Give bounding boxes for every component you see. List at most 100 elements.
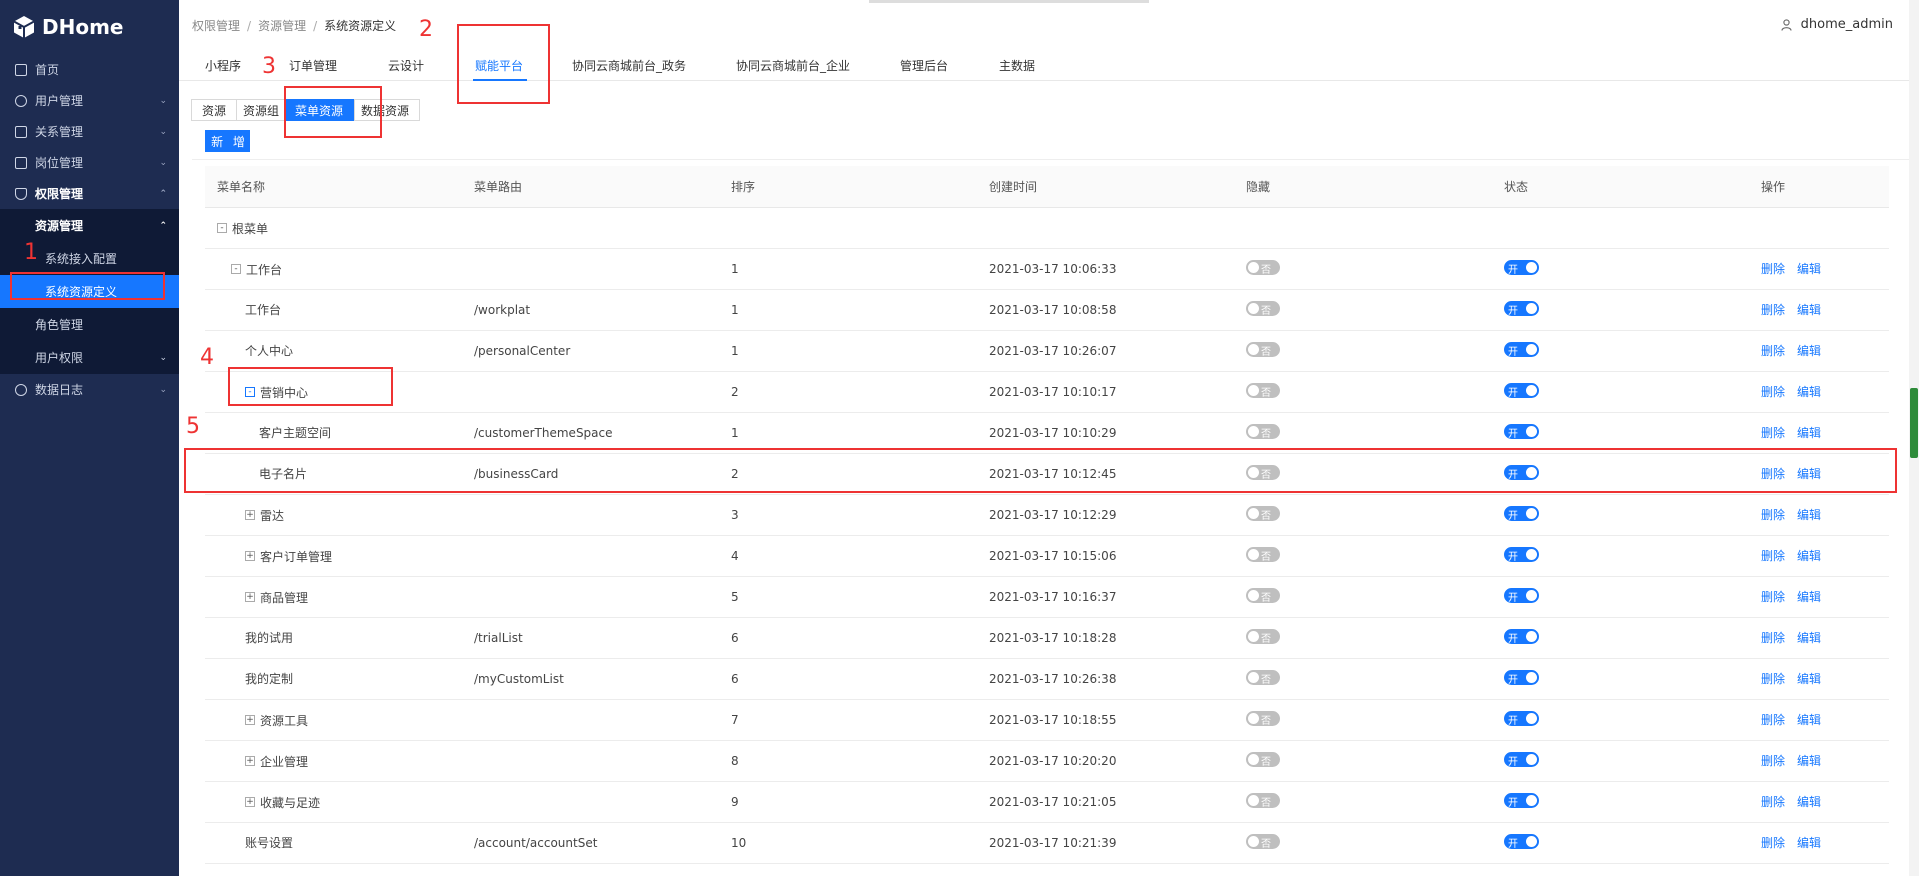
sidebar-item-system-resource[interactable]: 系统资源定义 <box>0 275 179 308</box>
tab-cloud-design[interactable]: 云设计 <box>388 57 424 74</box>
edit-link[interactable]: 编辑 <box>1797 426 1821 440</box>
delete-link[interactable]: 删除 <box>1761 467 1785 481</box>
delete-link[interactable]: 删除 <box>1761 631 1785 645</box>
delete-link[interactable]: 删除 <box>1761 262 1785 276</box>
delete-link[interactable]: 删除 <box>1761 836 1785 850</box>
hidden-toggle[interactable]: 否 <box>1246 792 1280 809</box>
tab-admin-backend[interactable]: 管理后台 <box>900 57 948 74</box>
edit-link[interactable]: 编辑 <box>1797 344 1821 358</box>
scrollbar-thumb[interactable] <box>1910 388 1918 458</box>
hidden-toggle[interactable]: 否 <box>1246 751 1280 768</box>
hidden-toggle[interactable]: 否 <box>1246 382 1280 399</box>
sidebar-item-home[interactable]: 首页 <box>0 54 179 85</box>
status-toggle[interactable]: 开 <box>1504 792 1539 809</box>
status-toggle[interactable]: 开 <box>1504 341 1539 358</box>
subtab-data-resource[interactable]: 数据资源 <box>354 99 420 121</box>
sidebar-item-data-log[interactable]: 数据日志 ⌄ <box>0 374 179 405</box>
edit-link[interactable]: 编辑 <box>1797 795 1821 809</box>
edit-link[interactable]: 编辑 <box>1797 713 1821 727</box>
delete-link[interactable]: 删除 <box>1761 508 1785 522</box>
status-toggle[interactable]: 开 <box>1504 300 1539 317</box>
status-toggle[interactable]: 开 <box>1504 833 1539 850</box>
sidebar-item-relation-mgmt[interactable]: 关系管理 ⌄ <box>0 116 179 147</box>
hidden-toggle[interactable]: 否 <box>1246 259 1280 276</box>
hidden-toggle[interactable]: 否 <box>1246 587 1280 604</box>
delete-link[interactable]: 删除 <box>1761 549 1785 563</box>
status-toggle[interactable]: 开 <box>1504 505 1539 522</box>
sidebar-item-role-mgmt[interactable]: 角色管理 <box>0 308 179 341</box>
status-toggle[interactable]: 开 <box>1504 751 1539 768</box>
delete-link[interactable]: 删除 <box>1761 385 1785 399</box>
edit-link[interactable]: 编辑 <box>1797 549 1821 563</box>
edit-link[interactable]: 编辑 <box>1797 385 1821 399</box>
delete-link[interactable]: 删除 <box>1761 795 1785 809</box>
collapse-icon[interactable]: - <box>231 264 241 274</box>
status-toggle[interactable]: 开 <box>1504 259 1539 276</box>
tab-order-mgmt[interactable]: 订单管理 <box>289 57 337 74</box>
status-toggle[interactable]: 开 <box>1504 423 1539 440</box>
delete-link[interactable]: 删除 <box>1761 672 1785 686</box>
delete-link[interactable]: 删除 <box>1761 344 1785 358</box>
delete-link[interactable]: 删除 <box>1761 754 1785 768</box>
hidden-toggle[interactable]: 否 <box>1246 628 1280 645</box>
tab-mall-enterprise[interactable]: 协同云商城前台_企业 <box>736 57 850 74</box>
hidden-toggle[interactable]: 否 <box>1246 505 1280 522</box>
edit-link[interactable]: 编辑 <box>1797 303 1821 317</box>
expand-icon[interactable]: + <box>245 510 255 520</box>
cell-menu-name: 工作台 <box>205 289 462 331</box>
expand-icon[interactable]: + <box>245 797 255 807</box>
breadcrumb-item[interactable]: 权限管理 <box>192 19 240 33</box>
expand-icon[interactable]: + <box>245 551 255 561</box>
status-toggle[interactable]: 开 <box>1504 628 1539 645</box>
sidebar-item-user-permission[interactable]: 用户权限 ⌄ <box>0 341 179 374</box>
edit-link[interactable]: 编辑 <box>1797 754 1821 768</box>
expand-icon[interactable]: + <box>245 715 255 725</box>
hidden-toggle[interactable]: 否 <box>1246 833 1280 850</box>
hidden-toggle[interactable]: 否 <box>1246 710 1280 727</box>
edit-link[interactable]: 编辑 <box>1797 508 1821 522</box>
delete-link[interactable]: 删除 <box>1761 713 1785 727</box>
edit-link[interactable]: 编辑 <box>1797 672 1821 686</box>
subtab-menu-resource[interactable]: 菜单资源 <box>284 99 355 121</box>
edit-link[interactable]: 编辑 <box>1797 836 1821 850</box>
hidden-toggle[interactable]: 否 <box>1246 423 1280 440</box>
subtab-resource-group[interactable]: 资源组 <box>236 99 285 121</box>
tab-master-data[interactable]: 主数据 <box>999 57 1035 74</box>
delete-link[interactable]: 删除 <box>1761 590 1785 604</box>
delete-link[interactable]: 删除 <box>1761 426 1785 440</box>
page-scrollbar[interactable] <box>1909 0 1919 876</box>
user-menu[interactable]: dhome_admin <box>1781 17 1893 32</box>
status-toggle[interactable]: 开 <box>1504 546 1539 563</box>
tab-mini-program[interactable]: 小程序 <box>205 57 241 74</box>
hidden-toggle[interactable]: 否 <box>1246 669 1280 686</box>
sidebar-item-user-mgmt[interactable]: 用户管理 ⌄ <box>0 85 179 116</box>
tab-enablement-platform[interactable]: 赋能平台 <box>472 57 528 81</box>
status-toggle[interactable]: 开 <box>1504 382 1539 399</box>
edit-link[interactable]: 编辑 <box>1797 631 1821 645</box>
status-toggle[interactable]: 开 <box>1504 587 1539 604</box>
sidebar-item-permission-mgmt[interactable]: 权限管理 ⌃ <box>0 178 179 209</box>
delete-link[interactable]: 删除 <box>1761 303 1785 317</box>
hidden-toggle[interactable]: 否 <box>1246 300 1280 317</box>
collapse-icon[interactable]: - <box>245 387 255 397</box>
breadcrumb-item[interactable]: 资源管理 <box>258 19 306 33</box>
hidden-toggle[interactable]: 否 <box>1246 341 1280 358</box>
expand-icon[interactable]: + <box>245 756 255 766</box>
collapse-icon[interactable]: - <box>217 223 227 233</box>
app-logo[interactable]: DHome <box>0 0 179 54</box>
status-toggle[interactable]: 开 <box>1504 464 1539 481</box>
hidden-toggle[interactable]: 否 <box>1246 546 1280 563</box>
edit-link[interactable]: 编辑 <box>1797 262 1821 276</box>
status-toggle[interactable]: 开 <box>1504 669 1539 686</box>
expand-icon[interactable]: + <box>245 592 255 602</box>
tab-mall-gov[interactable]: 协同云商城前台_政务 <box>572 57 686 74</box>
sidebar-item-resource-mgmt[interactable]: 资源管理 ⌃ <box>0 209 179 242</box>
add-button[interactable]: 新 增 <box>205 130 250 152</box>
hidden-toggle[interactable]: 否 <box>1246 464 1280 481</box>
subtab-resource[interactable]: 资源 <box>191 99 237 121</box>
table-row: 客户主题空间/customerThemeSpace 1 2021-03-17 1… <box>205 412 1889 454</box>
edit-link[interactable]: 编辑 <box>1797 590 1821 604</box>
edit-link[interactable]: 编辑 <box>1797 467 1821 481</box>
status-toggle[interactable]: 开 <box>1504 710 1539 727</box>
sidebar-item-post-mgmt[interactable]: 岗位管理 ⌄ <box>0 147 179 178</box>
